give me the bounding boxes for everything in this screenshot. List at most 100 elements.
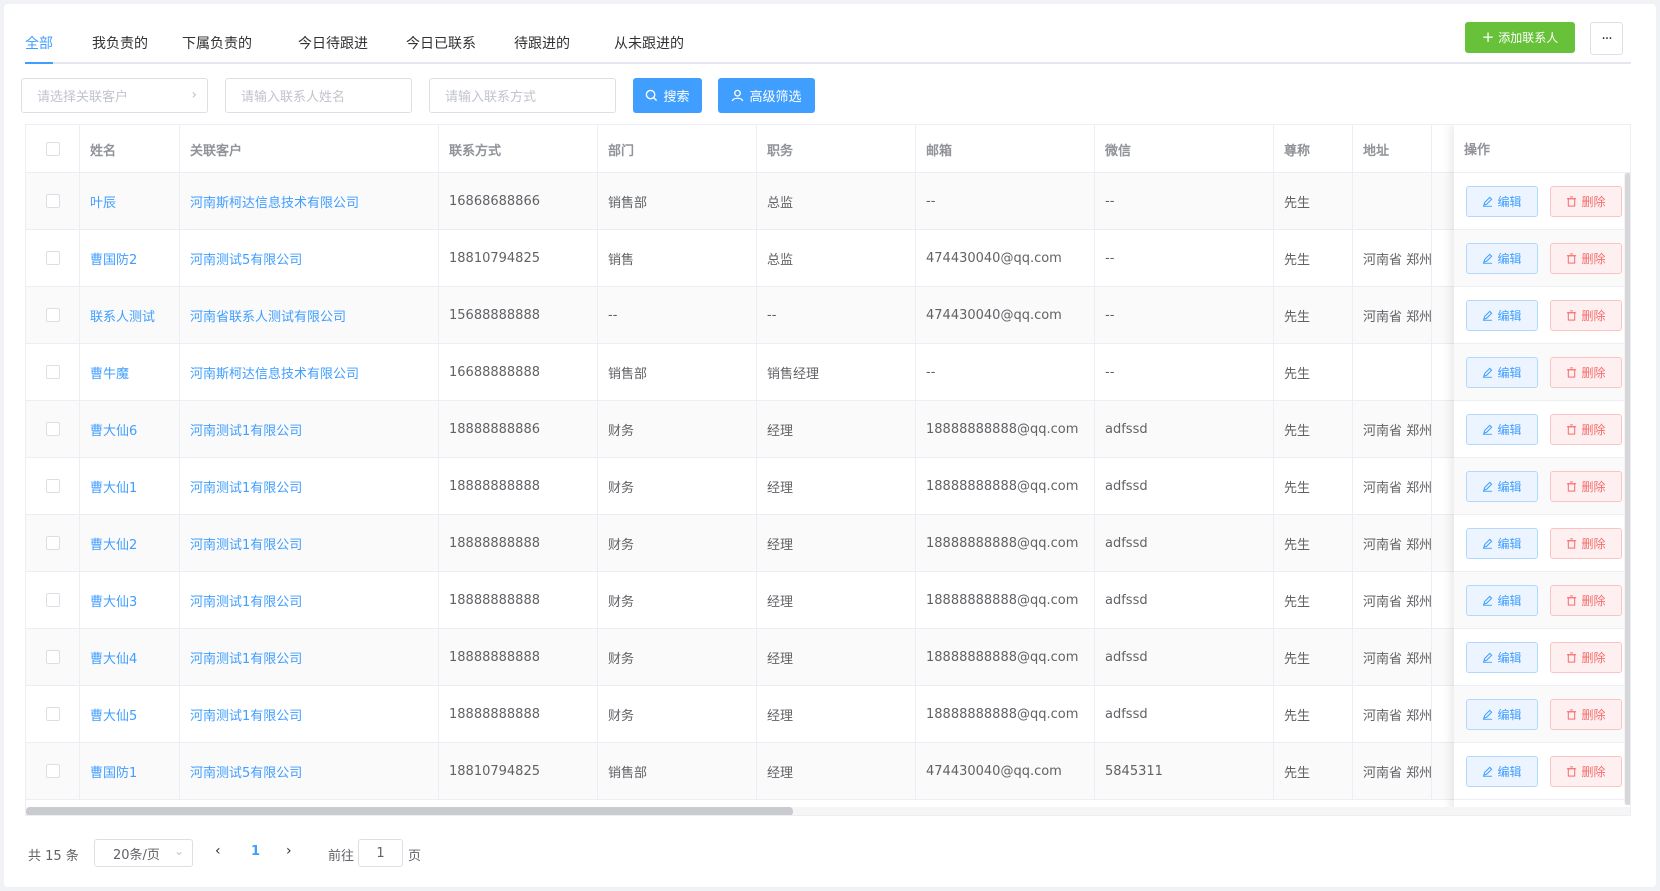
tab-today-pending[interactable]: 今日待跟进	[298, 33, 368, 53]
edit-button[interactable]: 编辑	[1466, 470, 1538, 502]
edit-icon	[1483, 709, 1493, 720]
contact-name-link[interactable]: 曹牛魔	[80, 344, 180, 400]
add-contact-button[interactable]: + 添加联系人	[1465, 22, 1575, 53]
edit-button[interactable]: 编辑	[1466, 584, 1538, 616]
customer-select[interactable]: 请选择关联客户 ›	[21, 78, 208, 113]
contact-name-link[interactable]: 曹大仙6	[80, 401, 180, 457]
table-cell: 先生	[1274, 287, 1353, 343]
page-suffix: 页	[408, 849, 422, 864]
edit-button[interactable]: 编辑	[1466, 527, 1538, 559]
edit-button[interactable]: 编辑	[1466, 413, 1538, 445]
customer-link[interactable]: 河南测试1有限公司	[180, 572, 439, 628]
tab-mine[interactable]: 我负责的	[92, 33, 148, 53]
row-checkbox[interactable]	[46, 764, 60, 778]
edit-button[interactable]: 编辑	[1466, 185, 1538, 217]
tab-subordinates[interactable]: 下属负责的	[182, 33, 252, 53]
delete-label: 删除	[1581, 251, 1606, 266]
prev-page-button[interactable]: ‹	[215, 843, 221, 859]
customer-link[interactable]: 河南测试5有限公司	[180, 230, 439, 286]
customer-link[interactable]: 河南测试1有限公司	[180, 686, 439, 742]
select-all-checkbox[interactable]	[46, 142, 60, 156]
search-label: 搜索	[663, 90, 690, 105]
delete-button[interactable]: 删除	[1550, 584, 1622, 616]
more-button[interactable]: ···	[1590, 22, 1623, 55]
table-row: 联系人测试 河南省联系人测试有限公司 15688888888 -- -- 47443004…	[26, 287, 1630, 344]
edit-button[interactable]: 编辑	[1466, 299, 1538, 331]
table-row: 曹大仙2 河南测试1有限公司 18888888888 财务 经理 18888888888@…	[26, 515, 1630, 572]
table-cell: --	[1095, 344, 1274, 400]
contact-name-link[interactable]: 曹国防2	[80, 230, 180, 286]
page-number-current[interactable]: 1	[251, 844, 260, 859]
delete-button[interactable]: 删除	[1550, 755, 1622, 787]
edit-button[interactable]: 编辑	[1466, 356, 1538, 388]
edit-button[interactable]: 编辑	[1466, 242, 1538, 274]
advanced-filter-button[interactable]: 高级筛选	[718, 78, 815, 113]
tab-today-contacted[interactable]: 今日已联系	[406, 33, 476, 53]
row-checkbox[interactable]	[46, 479, 60, 493]
delete-button[interactable]: 删除	[1550, 698, 1622, 730]
customer-link[interactable]: 河南测试1有限公司	[180, 458, 439, 514]
customer-link[interactable]: 河南斯柯达信息技术有限公司	[180, 344, 439, 400]
goto-page-input[interactable]: 1	[358, 839, 403, 867]
customer-link[interactable]: 河南省联系人测试有限公司	[180, 287, 439, 343]
contact-name-link[interactable]: 曹大仙2	[80, 515, 180, 571]
table-cell: 河南省 郑州	[1353, 401, 1432, 457]
edit-label: 编辑	[1497, 251, 1522, 266]
contact-name-link[interactable]: 曹国防1	[80, 743, 180, 799]
customer-link[interactable]: 河南测试5有限公司	[180, 743, 439, 799]
contact-name-link[interactable]: 曹大仙5	[80, 686, 180, 742]
customer-link[interactable]: 河南测试1有限公司	[180, 515, 439, 571]
table-cell: 18888888888	[439, 686, 598, 742]
row-checkbox[interactable]	[46, 308, 60, 322]
row-checkbox[interactable]	[46, 650, 60, 664]
edit-button[interactable]: 编辑	[1466, 641, 1538, 673]
horizontal-scrollbar[interactable]	[26, 807, 793, 815]
row-checkbox[interactable]	[46, 422, 60, 436]
row-checkbox[interactable]	[46, 251, 60, 265]
contact-name-link[interactable]: 曹大仙1	[80, 458, 180, 514]
delete-button[interactable]: 删除	[1550, 527, 1622, 559]
contact-name-link[interactable]: 曹大仙4	[80, 629, 180, 685]
edit-icon	[1483, 253, 1493, 264]
edit-label: 编辑	[1497, 194, 1522, 209]
table-cell: 经理	[757, 629, 916, 685]
row-checkbox[interactable]	[46, 593, 60, 607]
delete-button[interactable]: 删除	[1550, 185, 1622, 217]
advanced-filter-label: 高级筛选	[749, 90, 802, 105]
row-checkbox[interactable]	[46, 707, 60, 721]
delete-button[interactable]: 删除	[1550, 299, 1622, 331]
delete-button[interactable]: 删除	[1550, 242, 1622, 274]
vertical-scrollbar[interactable]	[1625, 173, 1630, 805]
table-cell: 先生	[1274, 401, 1353, 457]
trash-icon	[1567, 708, 1577, 720]
delete-button[interactable]: 删除	[1550, 413, 1622, 445]
table-body: 叶辰 河南斯柯达信息技术有限公司 16868688866 销售部 总监 -- -- 先生 曹国防…	[26, 173, 1630, 800]
contact-name-link[interactable]: 叶辰	[80, 173, 180, 229]
actions-row: 编辑 删除	[1454, 230, 1630, 287]
row-checkbox[interactable]	[46, 536, 60, 550]
tab-all[interactable]: 全部	[25, 33, 53, 53]
search-button[interactable]: 搜索	[633, 78, 702, 113]
row-checkbox[interactable]	[46, 365, 60, 379]
contact-method-input[interactable]: 请输入联系方式	[429, 78, 616, 113]
tab-pending[interactable]: 待跟进的	[514, 33, 570, 53]
contact-name-link[interactable]: 曹大仙3	[80, 572, 180, 628]
contact-name-input[interactable]: 请输入联系人姓名	[225, 78, 412, 113]
row-select-cell	[26, 230, 80, 286]
contact-name-link[interactable]: 联系人测试	[80, 287, 180, 343]
delete-button[interactable]: 删除	[1550, 356, 1622, 388]
tab-never-followed[interactable]: 从未跟进的	[614, 33, 684, 53]
delete-button[interactable]: 删除	[1550, 470, 1622, 502]
customer-link[interactable]: 河南斯柯达信息技术有限公司	[180, 173, 439, 229]
edit-label: 编辑	[1497, 308, 1522, 323]
row-checkbox[interactable]	[46, 194, 60, 208]
edit-button[interactable]: 编辑	[1466, 698, 1538, 730]
column-header: 职务	[757, 125, 916, 173]
edit-button[interactable]: 编辑	[1466, 755, 1538, 787]
page-size-select[interactable]: 20条/页 ⌄	[94, 839, 193, 867]
customer-link[interactable]: 河南测试1有限公司	[180, 401, 439, 457]
next-page-button[interactable]: ›	[286, 843, 292, 859]
customer-link[interactable]: 河南测试1有限公司	[180, 629, 439, 685]
delete-button[interactable]: 删除	[1550, 641, 1622, 673]
row-select-cell	[26, 743, 80, 799]
